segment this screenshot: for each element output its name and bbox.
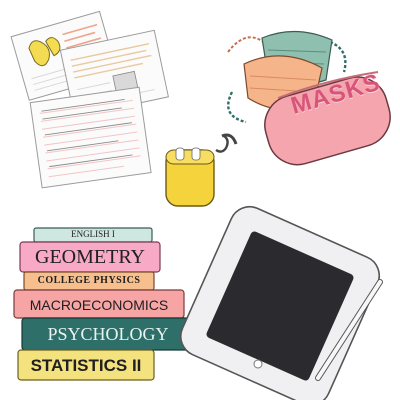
book-title-statistics: STATISTICS II [30,356,142,375]
book-title-geometry: GEOMETRY [35,246,145,268]
book-psychology: PSYCHOLOGY [22,318,194,350]
book-title-psychology: PSYCHOLOGY [47,324,169,344]
worksheets [10,10,169,189]
book-statistics: STATISTICS II [18,350,154,380]
book-title-english: ENGLISH I [71,229,115,239]
airpods-case [165,133,238,207]
book-english: ENGLISH I [34,228,152,242]
book-college-physics: COLLEGE PHYSICS [24,272,154,290]
book-title-macroeconomics: MACROECONOMICS [29,297,169,313]
tablet [179,205,381,400]
school-supplies-illustration: ENGLISH I GEOMETRY COLLEGE PHYSICS MACRO… [0,0,400,400]
book-title-college-physics: COLLEGE PHYSICS [37,275,141,286]
worksheet-front [29,86,152,189]
book-macroeconomics: MACROECONOMICS [14,290,184,318]
book-geometry: GEOMETRY [20,242,160,272]
